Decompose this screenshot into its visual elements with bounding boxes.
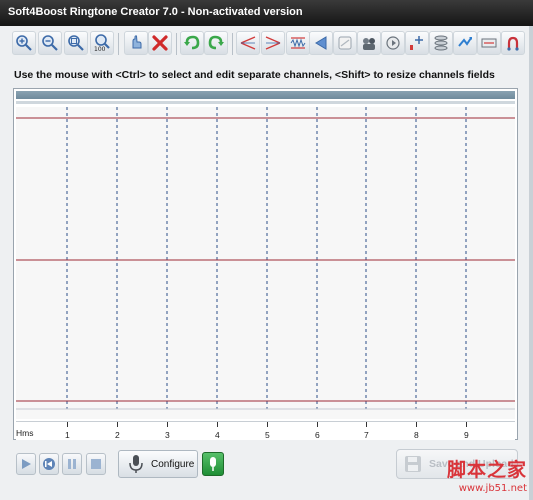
echo-button[interactable] xyxy=(357,31,381,55)
silence-button[interactable] xyxy=(333,31,357,55)
zoom-fit-button[interactable] xyxy=(64,31,88,55)
ruler-tick xyxy=(317,422,318,427)
amplify-button[interactable] xyxy=(405,31,429,55)
effects-icon xyxy=(507,36,519,51)
reverse-button[interactable] xyxy=(309,31,333,55)
instruction-text: Use the mouse with <Ctrl> to select and … xyxy=(14,69,495,81)
app-window: Soft4Boost Ringtone Creator 7.0 - Non-ac… xyxy=(0,0,533,500)
zoom-in-icon xyxy=(16,35,32,51)
zoom-out-icon xyxy=(42,35,58,51)
toolbar: 100 xyxy=(6,28,525,64)
ruler-tick xyxy=(117,422,118,427)
chorus-button[interactable] xyxy=(477,31,501,55)
invert-icon xyxy=(458,37,472,47)
rewind-icon xyxy=(43,458,55,470)
zoom-out-button[interactable] xyxy=(38,31,62,55)
fade-in-button[interactable] xyxy=(236,31,260,55)
select-button[interactable] xyxy=(124,31,148,55)
chorus-icon xyxy=(481,38,497,48)
equalizer-button[interactable] xyxy=(429,31,453,55)
ruler-tick xyxy=(267,422,268,427)
zoom-100-label: 100 xyxy=(94,46,106,52)
ruler-tick-label: 4 xyxy=(215,430,220,440)
silence-icon xyxy=(338,36,352,50)
microphone-icon xyxy=(129,455,143,473)
waveform-panel[interactable]: Hms 1 2 3 4 5 6 7 8 9 xyxy=(13,88,518,440)
zoom-fit-icon xyxy=(68,35,84,51)
tempo-button[interactable] xyxy=(381,31,405,55)
ruler-tick-label: 5 xyxy=(265,430,270,440)
configure-label: Configure xyxy=(151,458,195,470)
stop-button[interactable] xyxy=(86,453,106,475)
record-mic-icon xyxy=(210,457,216,471)
right-border xyxy=(529,26,533,500)
ruler-tick xyxy=(466,422,467,427)
ruler-tick-label: 7 xyxy=(364,430,369,440)
channel-area[interactable] xyxy=(16,107,515,419)
ruler-tick xyxy=(67,422,68,427)
normalize-button[interactable] xyxy=(286,31,310,55)
zoom-in-button[interactable] xyxy=(12,31,36,55)
select-hand-icon xyxy=(132,35,142,49)
invert-button[interactable] xyxy=(453,31,477,55)
ruler-tick-label: 8 xyxy=(414,430,419,440)
equalizer-icon xyxy=(434,35,448,51)
delete-icon xyxy=(152,35,168,51)
toolbar-separator xyxy=(118,33,119,55)
fade-in-icon xyxy=(240,36,256,50)
zoom-100-icon: 100 xyxy=(94,34,110,52)
overview-bar[interactable] xyxy=(16,91,515,99)
zoom-100-button[interactable]: 100 xyxy=(90,31,114,55)
configure-button[interactable]: Configure xyxy=(118,450,198,478)
ruler-tick xyxy=(416,422,417,427)
stop-icon xyxy=(91,459,101,469)
ruler-tick-label: 3 xyxy=(165,430,170,440)
rewind-button[interactable] xyxy=(39,453,59,475)
record-button[interactable] xyxy=(202,452,224,476)
redo-icon xyxy=(208,35,224,50)
normalize-icon xyxy=(290,37,306,49)
fade-out-icon xyxy=(265,36,281,50)
watermark-text: 脚本之家 xyxy=(446,459,527,481)
ruler-tick xyxy=(167,422,168,427)
channel-grid xyxy=(16,107,515,410)
overview-track xyxy=(16,101,515,104)
ruler-tick-label: 6 xyxy=(315,430,320,440)
effects-button[interactable] xyxy=(501,31,525,55)
toolbar-separator xyxy=(176,33,177,55)
watermark-url: www.jb51.net xyxy=(458,483,527,494)
ruler-tick-label: 2 xyxy=(115,430,120,440)
reverse-icon xyxy=(315,36,327,50)
site-watermark: 脚本之家 www.jb51.net xyxy=(447,455,527,494)
time-unit-label: Hms xyxy=(16,428,34,438)
save-disk-icon xyxy=(405,456,421,472)
title-bar: Soft4Boost Ringtone Creator 7.0 - Non-ac… xyxy=(0,0,533,26)
pause-button[interactable] xyxy=(62,453,82,475)
play-button[interactable] xyxy=(16,453,36,475)
ruler-tick-label: 1 xyxy=(65,430,70,440)
time-ruler: Hms 1 2 3 4 5 6 7 8 9 xyxy=(16,421,515,440)
delete-button[interactable] xyxy=(148,31,172,55)
amplify-icon xyxy=(410,36,423,50)
ruler-tick xyxy=(366,422,367,427)
undo-button[interactable] xyxy=(180,31,204,55)
redo-button[interactable] xyxy=(204,31,228,55)
fade-out-button[interactable] xyxy=(261,31,285,55)
ruler-tick-label: 9 xyxy=(464,430,469,440)
toolbar-separator xyxy=(232,33,233,55)
echo-icon xyxy=(363,38,375,50)
window-title: Soft4Boost Ringtone Creator 7.0 - Non-ac… xyxy=(8,6,303,18)
undo-icon xyxy=(184,35,200,50)
ruler-tick xyxy=(217,422,218,427)
tempo-icon xyxy=(386,36,400,50)
pause-icon xyxy=(68,459,76,469)
play-icon xyxy=(22,459,31,469)
